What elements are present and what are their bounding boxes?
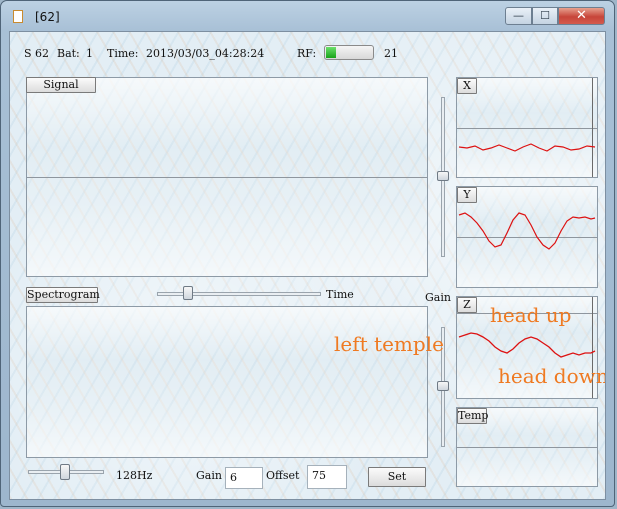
x-trace-line — [458, 143, 596, 152]
gain-vertical-slider-thumb[interactable] — [437, 381, 449, 391]
minimize-button[interactable]: — — [505, 7, 532, 25]
close-button[interactable]: ✕ — [558, 7, 605, 25]
client-area: S 62 Bat: 1 Time: 2013/03/03_04:28:24 RF… — [9, 31, 606, 500]
signal-button[interactable]: Signal — [26, 77, 96, 93]
y-axis-button[interactable]: Y — [457, 187, 477, 203]
signal-panel — [26, 77, 428, 277]
rf-value: 21 — [384, 47, 398, 60]
time-slider-thumb[interactable] — [183, 286, 193, 300]
x-axis-trace — [458, 143, 596, 152]
y-axis-panel — [456, 186, 598, 288]
gain-slider-label: Gain — [425, 291, 451, 304]
z-axis-button[interactable]: Z — [457, 297, 477, 313]
frequency-label: 128Hz — [116, 469, 153, 482]
rf-label: RF: — [297, 47, 317, 60]
gain-field[interactable]: 6 — [225, 467, 263, 489]
maximize-button[interactable]: ☐ — [532, 7, 558, 25]
battery-label: Bat: — [57, 47, 80, 60]
offset-label: Offset — [266, 469, 300, 482]
gain-label: Gain — [196, 469, 222, 482]
x-axis-panel — [456, 77, 598, 178]
time-slider-track[interactable] — [157, 292, 321, 296]
signal-vertical-slider-thumb[interactable] — [437, 171, 449, 181]
annotation-left-temple: left temple — [334, 332, 444, 356]
spectrogram-button[interactable]: Spectrogram — [26, 287, 100, 303]
time-slider-label: Time — [326, 288, 354, 301]
temp-divider — [457, 447, 597, 448]
spectrogram-panel — [26, 306, 428, 458]
z-trace-line — [458, 332, 596, 358]
y-trace-line — [458, 212, 596, 250]
window-title: [62] — [35, 10, 60, 24]
frequency-slider-thumb[interactable] — [60, 464, 70, 480]
set-button[interactable]: Set — [368, 467, 426, 487]
x-axis-button[interactable]: X — [457, 78, 477, 94]
time-value: 2013/03/03_04:28:24 — [146, 47, 265, 60]
y-axis-trace — [458, 212, 596, 250]
title-bar[interactable]: [62] — ☐ ✕ — [1, 1, 614, 31]
annotation-head-down: head down — [498, 364, 606, 388]
temp-button[interactable]: Temp — [457, 408, 488, 424]
annotation-head-up: head up — [490, 303, 572, 327]
station-label: S 62 — [24, 47, 50, 60]
rf-progress-fill — [326, 47, 336, 58]
signal-baseline — [27, 177, 427, 178]
time-label: Time: — [107, 47, 139, 60]
battery-value: 1 — [86, 47, 93, 60]
offset-field[interactable]: 75 — [307, 465, 347, 489]
app-icon — [13, 10, 23, 23]
app-window: [62] — ☐ ✕ S 62 Bat: 1 Time: 2013/03/03_… — [0, 0, 615, 507]
rf-progress-bar — [324, 45, 374, 60]
